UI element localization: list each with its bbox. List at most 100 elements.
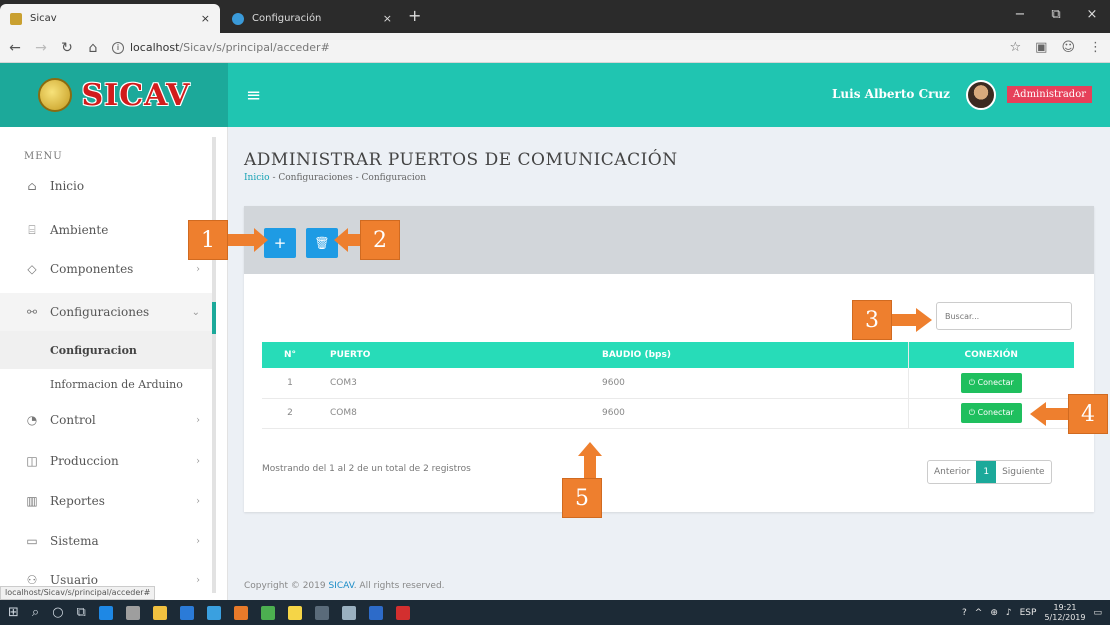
sidebar-item-ambiente[interactable]: ⌸ Ambiente [0, 211, 212, 249]
table-header-row: N° PUERTO BAUDIO (bps) CONEXIÓN [262, 342, 1074, 368]
sidebar-item-sistema[interactable]: ▭ Sistema › [0, 522, 212, 560]
extension-icon[interactable]: ▣ [1035, 40, 1047, 55]
logo[interactable]: SICAV [0, 63, 228, 127]
footer-brand-link[interactable]: SICAV [328, 581, 353, 591]
records-summary: Mostrando del 1 al 2 de un total de 2 re… [262, 464, 471, 474]
taskbar: ⊞ ⌕ ○ ⧉ ? ^ ⊕ ♪ ESP 19:21 5/12/2019 ▭ [0, 600, 1110, 625]
tab-configuracion[interactable]: Configuración × [222, 4, 402, 33]
maximize-button[interactable]: ⧉ [1038, 0, 1074, 33]
sidebar-item-informacion-arduino[interactable]: Informacion de Arduino [0, 365, 212, 403]
clock[interactable]: 19:21 5/12/2019 [1044, 603, 1085, 623]
col-header-baud[interactable]: BAUDIO (bps) [590, 342, 908, 368]
pager-next-button[interactable]: Siguiente [996, 461, 1050, 483]
task-view-icon[interactable]: ⧉ [77, 605, 86, 620]
sidebar-item-reportes[interactable]: ▥ Reportes › [0, 482, 212, 520]
callout-3: 3 [852, 300, 892, 340]
app-icon[interactable] [125, 605, 140, 620]
chart-icon: ▥ [26, 494, 38, 508]
table-row: 2 COM8 9600 ⏻ Conectar [262, 398, 1074, 429]
notes-icon[interactable] [287, 605, 302, 620]
breadcrumb-level1: Configuraciones [278, 173, 353, 183]
hamburger-icon[interactable]: ≡ [246, 85, 261, 106]
chevron-right-icon: › [196, 574, 200, 586]
volume-icon[interactable]: ♪ [1006, 608, 1012, 618]
sidebar-scroll-thumb[interactable] [212, 302, 216, 334]
user-name[interactable]: Luis Alberto Cruz [832, 87, 950, 101]
language-indicator[interactable]: ESP [1020, 608, 1037, 618]
sidebar-item-label: Usuario [50, 573, 98, 587]
link-icon: ⚯ [26, 305, 38, 319]
chrome-icon[interactable] [260, 605, 275, 620]
breadcrumb-home-link[interactable]: Inicio [244, 173, 270, 183]
cortana-icon[interactable]: ○ [52, 605, 63, 620]
url-path: /Sicav/s/principal/acceder# [179, 41, 330, 54]
connect-button[interactable]: ⏻ Conectar [960, 403, 1022, 423]
pager-page-1[interactable]: 1 [976, 461, 997, 483]
store-icon[interactable] [179, 605, 194, 620]
footer-prefix: Copyright © 2019 [244, 581, 329, 591]
search-input[interactable] [936, 302, 1072, 330]
forward-arrow-icon[interactable]: → [34, 40, 48, 56]
col-header-port[interactable]: PUERTO [318, 342, 590, 368]
sidebar-item-componentes[interactable]: ◇ Componentes › [0, 250, 212, 288]
minimize-button[interactable]: − [1002, 0, 1038, 33]
kebab-menu-icon[interactable]: ⋮ [1089, 40, 1102, 55]
sidebar-item-control[interactable]: ◔ Control › [0, 401, 212, 439]
sidebar-item-configuracion[interactable]: Configuracion [0, 331, 212, 369]
notification-icon[interactable]: ▭ [1093, 608, 1102, 618]
mail-icon[interactable] [206, 605, 221, 620]
avatar[interactable] [966, 80, 996, 110]
cell-port: COM8 [318, 398, 590, 429]
star-icon[interactable]: ☆ [1009, 40, 1021, 55]
close-tab-icon[interactable]: × [201, 12, 210, 25]
col-header-number[interactable]: N° [262, 342, 318, 368]
pdf-icon[interactable] [395, 605, 410, 620]
terminal-icon: ▭ [26, 534, 38, 548]
sidebar-item-inicio[interactable]: ⌂ Inicio [0, 167, 212, 205]
callout-arrow-3 [890, 308, 932, 332]
reload-icon[interactable]: ↻ [60, 40, 74, 56]
browser-tab-bar: Sicav × Configuración × + − ⧉ × [0, 0, 1110, 33]
sidebar-item-label: Sistema [50, 534, 99, 548]
chevron-right-icon: › [196, 455, 200, 467]
help-icon[interactable]: ? [962, 608, 967, 618]
url-field[interactable]: i localhost/Sicav/s/principal/acceder# [112, 41, 330, 54]
table-row: 1 COM3 9600 ⏻ Conectar [262, 368, 1074, 399]
folder-icon[interactable] [152, 605, 167, 620]
config-favicon-icon [232, 12, 244, 25]
close-window-button[interactable]: × [1074, 0, 1110, 33]
new-tab-button[interactable]: + [408, 6, 421, 25]
header-bar: ≡ Luis Alberto Cruz Administrador [228, 63, 1110, 127]
sidebar-item-configuraciones[interactable]: ⚯ Configuraciones ⌄ [0, 293, 212, 331]
sidebar-item-label: Ambiente [50, 223, 109, 237]
cube-icon: ◇ [27, 262, 37, 276]
tab-title: Sicav [30, 13, 57, 24]
info-icon[interactable]: i [112, 41, 124, 54]
sidebar-item-label: Configuraciones [50, 305, 150, 319]
tab-sicav[interactable]: Sicav × [0, 4, 220, 33]
back-arrow-icon[interactable]: ← [8, 40, 22, 56]
sidebar-item-label: Componentes [50, 262, 134, 276]
word-icon[interactable] [368, 605, 383, 620]
sidebar-item-label: Inicio [50, 179, 85, 193]
home-nav-icon[interactable]: ⌂ [86, 40, 100, 56]
sicav-favicon-icon [10, 12, 22, 25]
windows-start-icon[interactable]: ⊞ [8, 605, 19, 620]
sidebar-scrollbar[interactable] [212, 137, 216, 593]
edge-icon[interactable] [98, 605, 113, 620]
box-icon: ◫ [26, 454, 38, 468]
settings-icon[interactable] [341, 605, 356, 620]
firefox-icon[interactable] [233, 605, 248, 620]
chevron-right-icon: › [196, 495, 200, 507]
profile-icon[interactable]: ☺ [1061, 40, 1075, 55]
network-icon[interactable]: ⊕ [990, 608, 998, 618]
app-icon[interactable] [314, 605, 329, 620]
connect-button[interactable]: ⏻ Conectar [960, 372, 1022, 393]
col-header-connection[interactable]: CONEXIÓN [907, 342, 1074, 368]
chevron-up-icon[interactable]: ^ [975, 608, 983, 618]
cell-connection: ⏻ Conectar [907, 368, 1074, 399]
close-tab-icon[interactable]: × [383, 12, 392, 25]
search-icon[interactable]: ⌕ [32, 605, 39, 620]
sidebar-item-produccion[interactable]: ◫ Produccion › [0, 442, 212, 480]
pager-prev-button[interactable]: Anterior [928, 461, 976, 483]
